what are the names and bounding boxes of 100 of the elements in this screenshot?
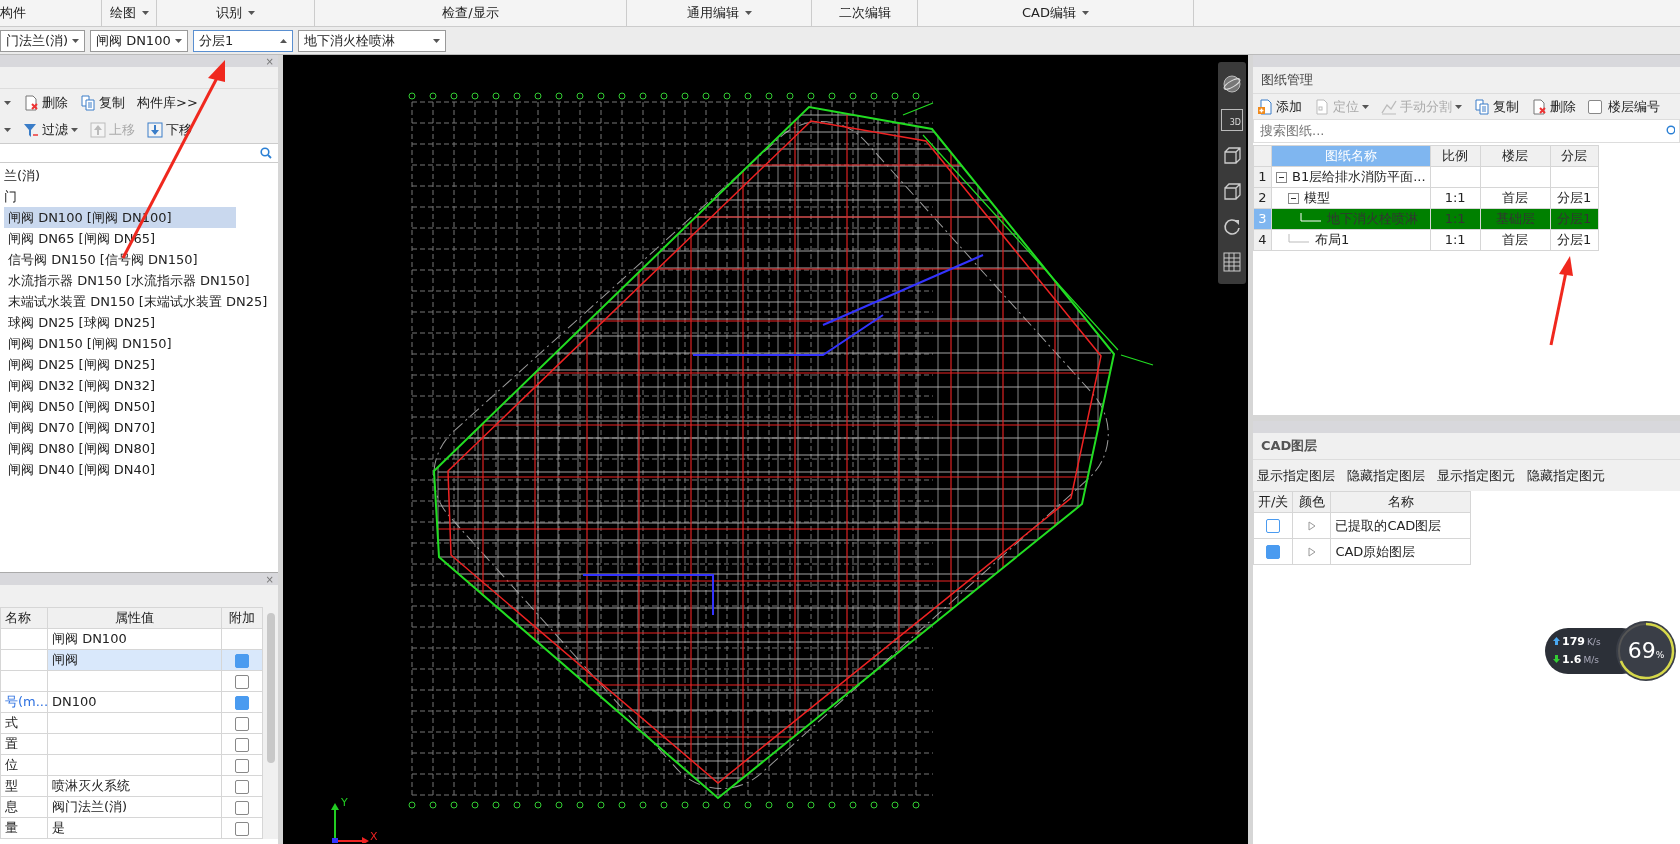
ribbon-tab[interactable]: 构件	[0, 0, 102, 26]
tree-item[interactable]: 球阀 DN25 [球阀 DN25]	[4, 312, 278, 333]
checkbox[interactable]	[235, 821, 249, 836]
collapse-icon[interactable]	[1276, 171, 1287, 183]
tree-item[interactable]: 闸阀 DN150 [闸阀 DN150]	[4, 333, 278, 354]
3d-view-button[interactable]: 3D	[1221, 109, 1243, 131]
collapse-icon[interactable]	[1288, 192, 1299, 204]
toolbar-button[interactable]: 复制	[80, 92, 125, 113]
tree-item[interactable]: 闸阀 DN50 [闸阀 DN50]	[4, 396, 278, 417]
search-field[interactable]	[0, 143, 278, 163]
sphere-icon[interactable]	[1222, 73, 1242, 94]
cube-icon[interactable]	[1222, 181, 1242, 202]
documents-icon	[1474, 98, 1490, 115]
caret-icon	[1082, 11, 1089, 15]
document-icon	[1314, 98, 1330, 115]
checkbox[interactable]	[235, 779, 249, 794]
ribbon-tab[interactable]: 识别	[157, 0, 315, 26]
axis-label: Y	[341, 797, 348, 808]
property-name: 式	[0, 712, 48, 734]
toolbar-button[interactable]: 构件库>>	[137, 92, 198, 113]
arrow-up-icon	[90, 121, 106, 138]
action-button[interactable]: 显示指定图层	[1257, 465, 1335, 486]
caret-icon	[433, 38, 440, 43]
panel-title: CAD图层	[1260, 437, 1319, 456]
row-number: 1	[1253, 166, 1272, 188]
drawing-name[interactable]: 模型	[1304, 188, 1330, 208]
checkbox[interactable]	[1266, 545, 1281, 560]
column-header: 附加	[221, 607, 263, 629]
row-number: 3	[1253, 208, 1272, 230]
tree-item[interactable]: 信号阀 DN150 [信号阀 DN150]	[4, 249, 278, 270]
action-button[interactable]: 显示指定图元	[1437, 465, 1515, 486]
checkbox[interactable]	[235, 674, 249, 689]
toolbar-button[interactable]: 过滤	[23, 119, 78, 140]
tree-item[interactable]: 兰(消)	[0, 165, 278, 186]
ribbon-tab[interactable]: 通用编辑	[627, 0, 812, 26]
document-x-icon	[23, 94, 39, 111]
caret-icon	[248, 11, 255, 15]
spinner-field[interactable]: 分层1	[193, 29, 293, 52]
dropdown-field[interactable]: 地下消火栓喷淋	[298, 29, 446, 52]
action-button[interactable]: 隐藏指定图层	[1347, 465, 1425, 486]
dropdown-field[interactable]: 闸阀 DN100	[90, 29, 188, 52]
tree-line	[1300, 213, 1322, 225]
property-name: 号(m...	[0, 691, 48, 713]
dropdown-field[interactable]: 门法兰(消)	[0, 29, 85, 52]
caret-icon	[71, 127, 78, 132]
checkbox[interactable]	[1266, 519, 1281, 534]
tree-item[interactable]: 闸阀 DN70 [闸阀 DN70]	[4, 417, 278, 438]
property-name	[0, 649, 48, 671]
toolbar-button[interactable]: 添加	[1257, 96, 1302, 117]
rotate-icon[interactable]	[1222, 216, 1242, 237]
checkbox-label[interactable]: 楼层编号	[1588, 96, 1660, 117]
column-header: 名称	[0, 607, 48, 629]
scrollbar-thumb[interactable]	[266, 613, 275, 763]
checkbox[interactable]	[235, 716, 249, 731]
property-value: 闸阀 DN100	[47, 628, 222, 650]
layer-name: CAD原始图层	[1330, 538, 1471, 565]
table-cell: 1:1	[1430, 229, 1481, 251]
tree-item[interactable]: 水流指示器 DN150 [水流指示器 DN150]	[4, 270, 278, 291]
drawing-name[interactable]: 布局1	[1315, 230, 1350, 250]
action-button[interactable]: 隐藏指定图元	[1527, 465, 1605, 486]
column-header: 楼层	[1480, 145, 1551, 167]
axis-label: X	[370, 831, 378, 842]
column-header: 属性值	[47, 607, 222, 629]
tree-item[interactable]: 闸阀 DN40 [闸阀 DN40]	[4, 459, 278, 480]
toolbar-button[interactable]: 删除	[23, 92, 68, 113]
panel-title: 图纸管理	[1253, 67, 1680, 93]
search-field[interactable]: 搜索图纸...	[1253, 119, 1680, 143]
arrow-down-icon	[147, 121, 163, 138]
document-x-icon	[1531, 98, 1547, 115]
ribbon-tab[interactable]: CAD编辑	[918, 0, 1194, 26]
toolbar-button[interactable]: 删除	[1531, 96, 1576, 117]
checkbox[interactable]	[235, 695, 249, 710]
table-cell: 分层1	[1550, 187, 1599, 209]
search-icon[interactable]	[260, 147, 272, 159]
column-header: 开/关	[1253, 491, 1293, 513]
expand-arrow-icon[interactable]	[1307, 521, 1316, 532]
property-name: 置	[0, 733, 48, 755]
tree-item[interactable]: 闸阀 DN25 [闸阀 DN25]	[4, 354, 278, 375]
cube-icon[interactable]	[1222, 146, 1242, 167]
speed-value: 1.6	[1562, 652, 1582, 668]
tree-item[interactable]: 门	[0, 186, 278, 207]
tree-item[interactable]: 闸阀 DN80 [闸阀 DN80]	[4, 438, 278, 459]
property-name: 量	[0, 817, 48, 839]
search-icon[interactable]	[1665, 125, 1675, 137]
ribbon-tab[interactable]: 检查/显示	[315, 0, 627, 26]
checkbox[interactable]	[1588, 99, 1602, 114]
checkbox[interactable]	[235, 737, 249, 752]
ribbon-tab[interactable]: 绘图	[102, 0, 157, 26]
checkbox[interactable]	[235, 653, 249, 668]
property-name: 型	[0, 775, 48, 797]
usage-ring	[1615, 620, 1677, 682]
tree-item[interactable]: 闸阀 DN32 [闸阀 DN32]	[4, 375, 278, 396]
ribbon-tab[interactable]: 二次编辑	[812, 0, 918, 26]
tree-item[interactable]: 末端试水装置 DN150 [末端试水装置 DN25]	[4, 291, 278, 312]
checkbox[interactable]	[235, 800, 249, 815]
grid-icon[interactable]	[1223, 252, 1241, 273]
checkbox[interactable]	[235, 758, 249, 773]
toolbar-button[interactable]: 复制	[1474, 96, 1519, 117]
drawing-icon	[1381, 98, 1397, 115]
expand-arrow-icon[interactable]	[1307, 547, 1316, 558]
